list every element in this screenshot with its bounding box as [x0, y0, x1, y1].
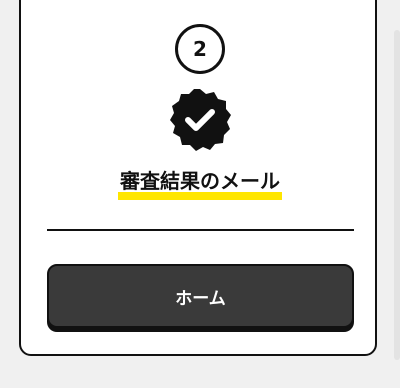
scrollbar[interactable] [394, 30, 400, 360]
home-button-label: ホーム [175, 288, 226, 309]
verified-check-icon [170, 89, 231, 151]
step-number-badge: 2 [175, 24, 225, 74]
divider [47, 229, 354, 231]
title-container: 審査結果のメール [0, 168, 400, 200]
page-title-text: 審査結果のメール [120, 169, 280, 193]
home-button[interactable]: ホーム [47, 264, 354, 328]
page-title: 審査結果のメール [118, 168, 282, 200]
step-number: 2 [193, 37, 207, 61]
title-highlight [118, 192, 282, 200]
